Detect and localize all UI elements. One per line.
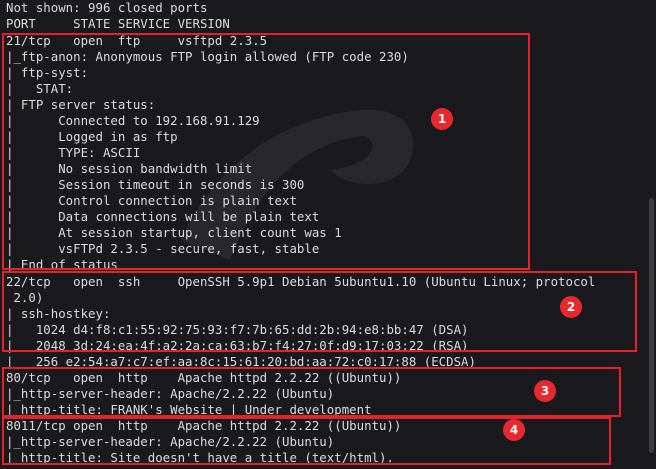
annotation-badge-1: 1 [431,108,453,130]
annotation-badge-2: 2 [560,296,582,318]
terminal-line-not-shown: Not shown: 996 closed ports [6,0,208,15]
vertical-scrollbar[interactable] [648,0,656,469]
highlight-box-http-80 [2,367,621,417]
highlight-box-ssh [2,271,637,352]
annotation-badge-3: 3 [534,380,556,402]
highlight-box-ftp [2,33,530,270]
terminal-window[interactable]: Not shown: 996 closed ports PORT STATE S… [0,0,656,469]
terminal-line-header: PORT STATE SERVICE VERSION [6,16,230,31]
annotation-badge-4: 4 [503,419,525,441]
scrollbar-thumb[interactable] [649,198,654,453]
